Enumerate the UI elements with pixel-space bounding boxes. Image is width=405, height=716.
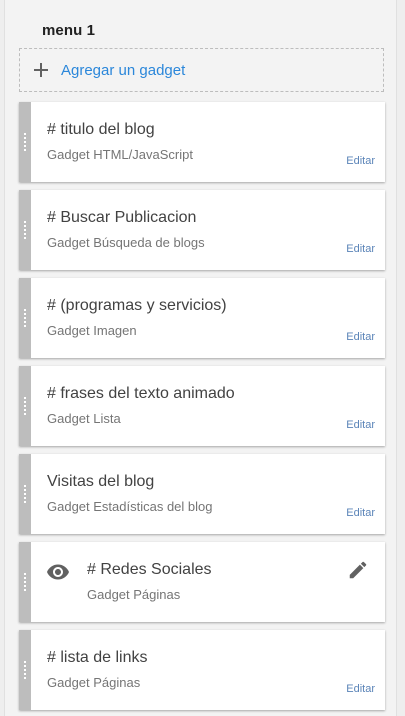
drag-handle[interactable] [19,366,31,446]
gadget-title: # Redes Sociales [87,561,212,578]
gadget-type: Gadget Estadísticas del blog [47,499,213,514]
drag-handle[interactable] [19,542,31,622]
gadget-type: Gadget Lista [47,411,121,426]
gadget-title: Visitas del blog [47,473,155,490]
gadget-card[interactable]: # lista de links Gadget Páginas Editar [19,630,385,710]
gadget-type: Gadget Páginas [47,675,141,690]
gadget-title: # (programas y servicios) [47,297,227,314]
gadget-card[interactable]: # (programas y servicios) Gadget Imagen … [19,278,385,358]
pencil-icon[interactable] [347,559,369,581]
gadget-card[interactable]: # Buscar Publicacion Gadget Búsqueda de … [19,190,385,270]
gadget-card[interactable]: # titulo del blog Gadget HTML/JavaScript… [19,102,385,182]
gadget-type: Gadget Búsqueda de blogs [47,235,205,250]
section-title: menu 1 [42,22,96,39]
gadget-card[interactable]: # frases del texto animado Gadget Lista … [19,366,385,446]
gadget-type: Gadget Imagen [47,323,137,338]
edit-link[interactable]: Editar [346,243,375,255]
drag-handle[interactable] [19,278,31,358]
drag-handle-icon [24,661,26,679]
drag-handle[interactable] [19,454,31,534]
gadget-card[interactable]: Visitas del blog Gadget Estadísticas del… [19,454,385,534]
edit-link[interactable]: Editar [346,683,375,695]
edit-link[interactable]: Editar [346,419,375,431]
gadget-type: Gadget Páginas [87,587,181,602]
drag-handle-icon [24,485,26,503]
edit-link[interactable]: Editar [346,155,375,167]
eye-icon[interactable] [46,560,70,584]
edit-link[interactable]: Editar [346,507,375,519]
drag-handle[interactable] [19,630,31,710]
gadget-card[interactable]: # Redes Sociales Gadget Páginas [19,542,385,622]
drag-handle-icon [24,133,26,151]
drag-handle-icon [24,309,26,327]
drag-handle-icon [24,397,26,415]
drag-handle[interactable] [19,190,31,270]
add-gadget-label: Agregar un gadget [61,61,186,79]
drag-handle-icon [24,221,26,239]
gadget-title: # Buscar Publicacion [47,209,197,226]
gadget-type: Gadget HTML/JavaScript [47,147,193,162]
add-gadget-button[interactable]: Agregar un gadget [19,48,384,92]
plus-icon [34,63,48,77]
gadget-title: # lista de links [47,649,148,666]
layout-section-panel: menu 1 Agregar un gadget # titulo del bl… [4,0,397,716]
gadget-title: # titulo del blog [47,121,155,138]
drag-handle-icon [24,573,26,591]
drag-handle[interactable] [19,102,31,182]
edit-link[interactable]: Editar [346,331,375,343]
gadget-title: # frases del texto animado [47,385,235,402]
